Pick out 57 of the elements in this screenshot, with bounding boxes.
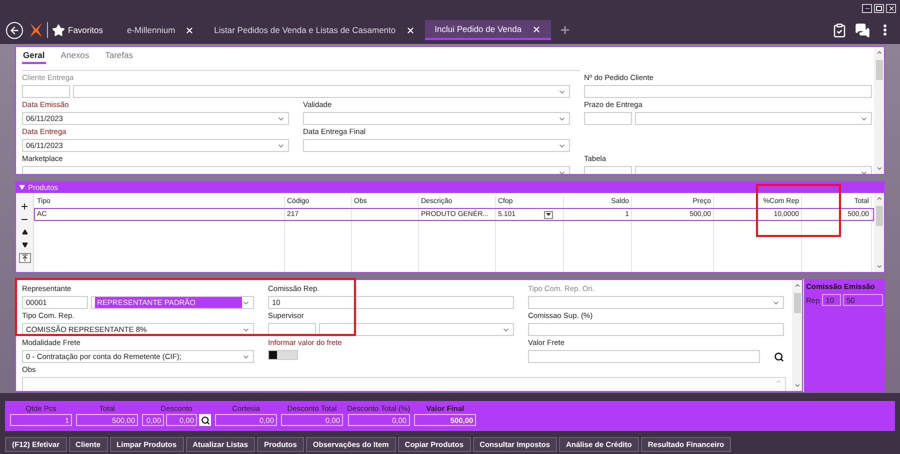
add-tab-icon[interactable] <box>558 24 571 36</box>
search-icon[interactable] <box>774 352 784 362</box>
back-button[interactable] <box>6 22 23 38</box>
scroll-down-icon[interactable] <box>876 263 882 270</box>
scroll-thumb[interactable] <box>876 206 882 226</box>
close-button[interactable] <box>886 4 896 12</box>
select-field[interactable] <box>528 296 784 309</box>
input-field[interactable] <box>528 323 784 336</box>
select-field[interactable] <box>303 139 570 152</box>
favorites-link[interactable]: Favoritos <box>68 25 103 35</box>
select-field[interactable] <box>319 323 514 336</box>
close-icon <box>888 4 894 12</box>
triangle-up-icon <box>22 229 28 235</box>
star-icon[interactable] <box>52 24 65 36</box>
logo-icon[interactable] <box>29 22 43 38</box>
scroll-thumb[interactable] <box>794 293 800 313</box>
scrollbar[interactable] <box>874 193 884 272</box>
code-field[interactable] <box>584 112 632 125</box>
scroll-up-icon[interactable] <box>876 49 882 56</box>
dropdown-button[interactable] <box>544 210 553 218</box>
scrollbar[interactable] <box>792 280 802 391</box>
app-tab[interactable]: e-Millennium <box>116 20 204 40</box>
select-field[interactable] <box>73 85 570 98</box>
scroll-up-icon[interactable] <box>794 282 800 289</box>
input-field[interactable] <box>584 85 872 98</box>
form-tab[interactable]: Geral <box>22 50 46 64</box>
chat-icon[interactable] <box>855 22 870 38</box>
scroll-down-icon[interactable] <box>794 382 800 389</box>
select-field[interactable] <box>303 112 570 125</box>
notes-field[interactable] <box>22 377 786 391</box>
select-field[interactable] <box>635 112 872 125</box>
input-field[interactable] <box>528 350 760 363</box>
plus-icon <box>20 202 29 210</box>
form-tab[interactable]: Anexos <box>60 50 90 64</box>
clipboard-icon[interactable] <box>832 22 847 38</box>
code-field[interactable] <box>22 85 70 98</box>
triangle-down-icon <box>22 242 28 248</box>
scrollbar[interactable] <box>874 47 884 174</box>
toggle-switch[interactable] <box>268 350 298 360</box>
minimize-button[interactable] <box>862 4 872 12</box>
form-tab[interactable]: Tarefas <box>104 50 134 64</box>
app-tab[interactable]: Inclui Pedido de Venda <box>424 20 551 40</box>
add-row-button[interactable] <box>18 201 30 211</box>
move-top-button[interactable] <box>18 253 30 263</box>
close-icon[interactable] <box>185 26 194 34</box>
caret-icon <box>19 185 25 190</box>
scroll-up-icon[interactable] <box>876 195 882 202</box>
app-tab[interactable]: Listar Pedidos de Venda e Listas de Casamento <box>204 20 425 40</box>
back-arrow-icon <box>9 24 20 36</box>
maximize-icon <box>876 6 882 10</box>
arrow-up-to-line-icon <box>20 254 28 262</box>
close-icon[interactable] <box>532 24 541 34</box>
scroll-thumb[interactable] <box>876 60 882 80</box>
maximize-button[interactable] <box>874 4 884 12</box>
scroll-down-icon[interactable] <box>876 165 882 172</box>
search-button[interactable] <box>199 414 211 426</box>
close-icon[interactable] <box>406 26 415 34</box>
